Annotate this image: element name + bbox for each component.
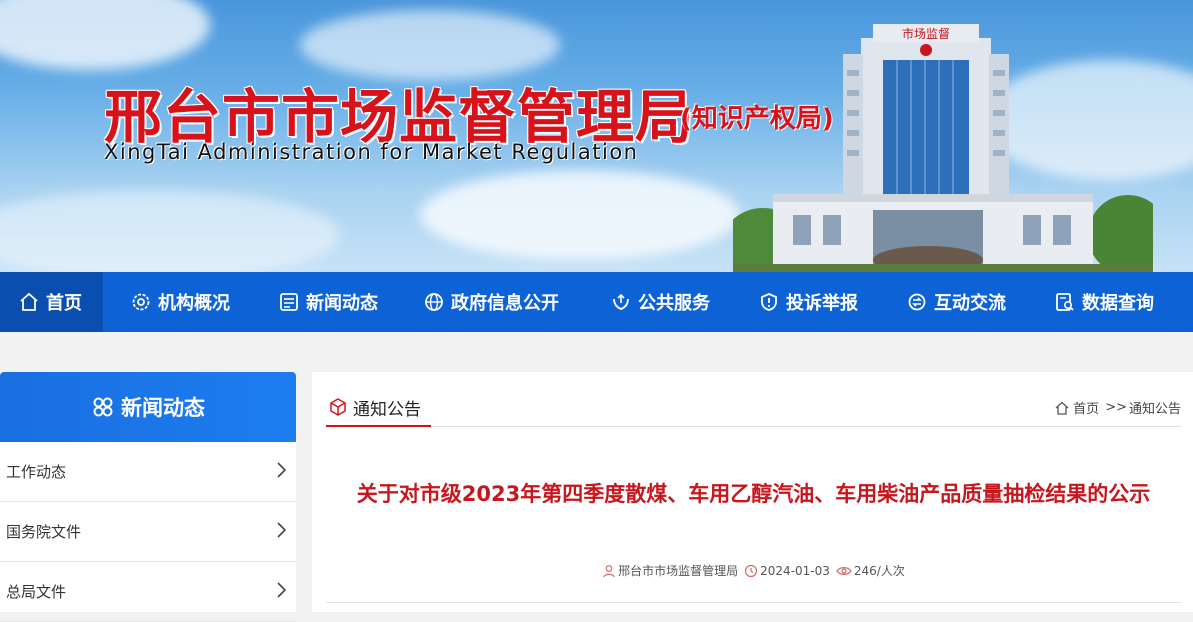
nav-label: 公共服务 — [638, 293, 710, 314]
article-date: 2024-01-03 — [760, 563, 830, 578]
header-banner: 邢台市市场监督管理局 (知识产权局) XingTai Administratio… — [0, 0, 1193, 272]
sidebar-title: 新闻动态 — [121, 396, 205, 420]
section-title: 通知公告 — [353, 399, 421, 420]
nav-label: 首页 — [46, 293, 82, 314]
nav-item-complaint[interactable]: 投诉举报 — [731, 272, 879, 332]
building-illustration: 市场监督 — [733, 24, 1153, 272]
nav-label: 数据查询 — [1082, 293, 1154, 314]
nav-item-organization[interactable]: 机构概况 — [103, 272, 251, 332]
nav-label: 互动交流 — [934, 293, 1006, 314]
sidebar-item-general-bureau-docs[interactable]: 总局文件 — [0, 562, 296, 622]
article-title: 关于对市级2023年第四季度散煤、车用乙醇汽油、车用柴油产品质量抽检结果的公示 — [356, 482, 1151, 506]
data-search-icon — [1054, 291, 1076, 313]
chevron-right-icon — [274, 521, 288, 543]
cloud-decoration — [0, 0, 210, 70]
chevron-right-icon — [274, 461, 288, 483]
content-panel: 通知公告 首页 >> 通知公告 关于对市级2023年第四季度散煤、车用乙醇汽油、… — [312, 372, 1193, 612]
section-header: 通知公告 首页 >> 通知公告 — [326, 390, 1181, 427]
site-title-english: XingTai Administration for Market Regula… — [104, 140, 639, 164]
divider — [326, 602, 1181, 603]
clock-icon — [744, 564, 758, 578]
hands-icon — [610, 291, 632, 313]
nav-item-news[interactable]: 新闻动态 — [251, 272, 399, 332]
sidebar-item-label: 总局文件 — [6, 583, 67, 601]
sidebar-item-work-news[interactable]: 工作动态 — [0, 442, 296, 502]
section-tab: 通知公告 — [326, 389, 431, 427]
cloud-decoration — [420, 170, 740, 260]
nav-label: 政府信息公开 — [451, 293, 559, 314]
main-navigation: 首页 机构概况 新闻动态 政府信息公开 公共服务 投诉举报 互动交流 数据查询 — [0, 272, 1193, 332]
news-icon — [278, 291, 300, 313]
gear-icon — [130, 291, 152, 313]
nav-item-gov-info[interactable]: 政府信息公开 — [399, 272, 583, 332]
eye-icon — [836, 564, 852, 578]
user-icon — [602, 564, 616, 578]
breadcrumb-home-link[interactable]: 首页 — [1073, 398, 1099, 417]
breadcrumb: 首页 >> 通知公告 — [1054, 398, 1181, 417]
globe-icon — [423, 291, 445, 313]
shield-icon — [758, 291, 780, 313]
nav-label: 新闻动态 — [306, 293, 378, 314]
nav-label: 投诉举报 — [786, 293, 858, 314]
nav-item-data-query[interactable]: 数据查询 — [1027, 272, 1193, 332]
exchange-icon — [906, 291, 928, 313]
article-views: 246/人次 — [853, 564, 905, 578]
building-sign: 市场监督 — [902, 26, 950, 41]
home-icon — [18, 291, 40, 313]
cloud-decoration — [0, 190, 340, 272]
nav-label: 机构概况 — [158, 293, 230, 314]
nav-item-public-service[interactable]: 公共服务 — [583, 272, 731, 332]
sidebar-header: 新闻动态 — [0, 372, 296, 442]
chevron-right-icon — [274, 581, 288, 603]
main-area: 新闻动态 工作动态 国务院文件 总局文件 通知公告 首页 >> 通知公告 关于对… — [0, 332, 1193, 622]
breadcrumb-current-link[interactable]: 通知公告 — [1129, 398, 1181, 417]
breadcrumb-separator: >> — [1105, 400, 1127, 415]
sidebar: 新闻动态 工作动态 国务院文件 总局文件 — [0, 372, 296, 622]
article-source: 邢台市市场监督管理局 — [618, 564, 739, 578]
nav-item-interaction[interactable]: 互动交流 — [879, 272, 1027, 332]
sidebar-item-label: 工作动态 — [6, 463, 67, 481]
sidebar-item-label: 国务院文件 — [6, 523, 82, 541]
home-icon — [1054, 400, 1070, 416]
sidebar-item-state-council-docs[interactable]: 国务院文件 — [0, 502, 296, 562]
nav-item-home[interactable]: 首页 — [0, 272, 103, 332]
clover-icon — [91, 395, 115, 419]
article-meta: 邢台市市场监督管理局 2024-01-03 246/人次 — [326, 562, 1181, 579]
cube-icon — [328, 397, 348, 417]
